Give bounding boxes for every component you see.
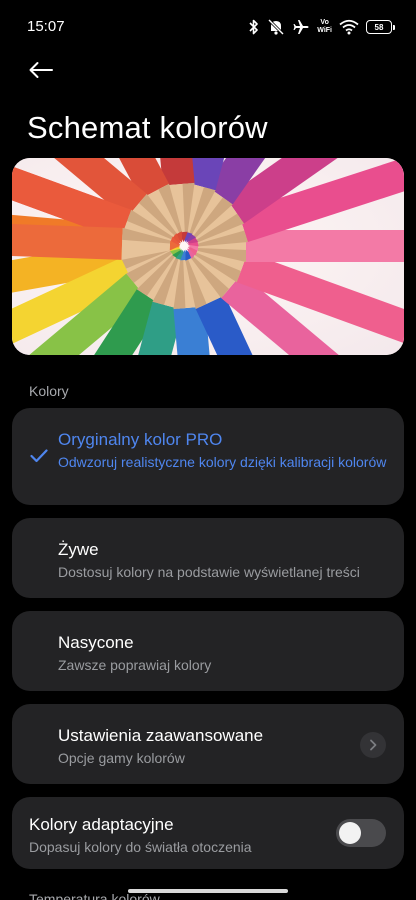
status-bar: 15:07 Vo WiFi 58: [0, 0, 416, 56]
status-time: 15:07: [27, 18, 65, 35]
adaptive-colors-toggle[interactable]: [336, 819, 386, 847]
toggle-knob: [339, 822, 361, 844]
airplane-mode-icon: [292, 18, 310, 36]
back-arrow-icon: [28, 61, 54, 84]
checkmark-icon: [30, 449, 48, 468]
option-original-color-pro[interactable]: Oryginalny kolor PRO Odwzoruj realistycz…: [12, 408, 404, 505]
status-icons: Vo WiFi 58: [248, 16, 395, 38]
advanced-settings-row[interactable]: Ustawienia zaawansowane Opcje gamy kolor…: [12, 704, 404, 784]
wifi-icon: [339, 19, 359, 35]
adaptive-colors-row[interactable]: Kolory adaptacyjne Dopasuj kolory do świ…: [12, 797, 404, 869]
vowifi-top-label: Vo: [320, 19, 329, 26]
option-subtitle: Dostosuj kolory na podstawie wyświetlane…: [58, 564, 360, 580]
option-title: Nasycone: [58, 633, 134, 652]
adaptive-subtitle: Dopasuj kolory do światła otoczenia: [29, 839, 252, 855]
section-label-colors: Kolory: [29, 383, 69, 399]
option-vivid[interactable]: Żywe Dostosuj kolory na podstawie wyświe…: [12, 518, 404, 598]
hero-image-colored-pencils: [12, 158, 404, 355]
battery-icon: 58: [366, 20, 395, 34]
option-saturated[interactable]: Nasycone Zawsze poprawiaj kolory: [12, 611, 404, 691]
advanced-subtitle: Opcje gamy kolorów: [58, 750, 185, 766]
option-title: Oryginalny kolor PRO: [58, 430, 223, 449]
advanced-title: Ustawienia zaawansowane: [58, 726, 264, 745]
back-button[interactable]: [24, 58, 58, 86]
page-title: Schemat kolorów: [27, 110, 268, 145]
vowifi-bottom-label: WiFi: [317, 27, 332, 34]
adaptive-title: Kolory adaptacyjne: [29, 815, 174, 834]
option-subtitle: Odwzoruj realistyczne kolory dzięki kali…: [58, 454, 387, 470]
chevron-right-icon: [360, 732, 386, 758]
alarm-off-icon: [267, 18, 285, 36]
vowifi-icon: Vo WiFi: [317, 19, 332, 35]
option-title: Żywe: [58, 540, 99, 559]
option-subtitle: Zawsze poprawiaj kolory: [58, 657, 212, 673]
battery-level: 58: [374, 22, 384, 32]
home-indicator[interactable]: [128, 889, 288, 893]
bluetooth-icon: [248, 19, 260, 35]
